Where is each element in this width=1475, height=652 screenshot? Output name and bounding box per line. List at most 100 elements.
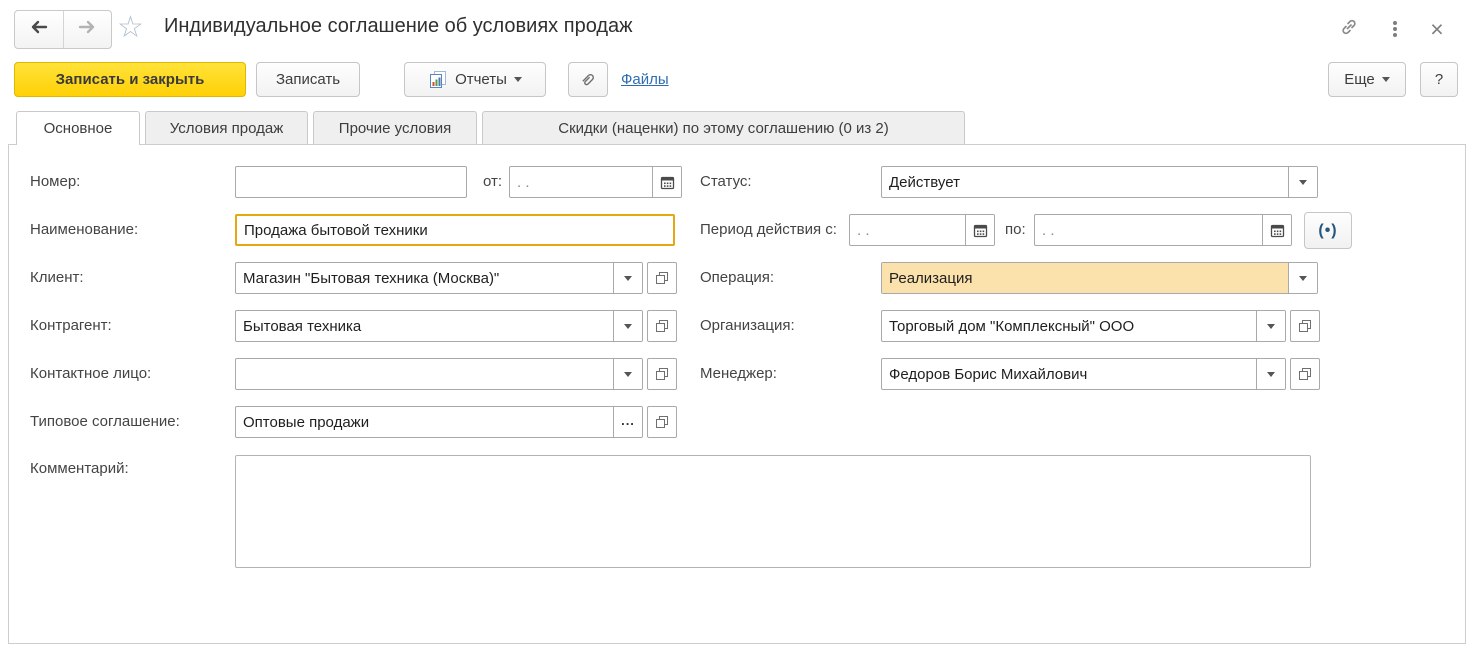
triangle-down-icon	[1299, 276, 1307, 281]
open-form-icon	[1298, 367, 1312, 381]
save-button[interactable]: Записать	[256, 62, 360, 97]
from-date-value[interactable]: . .	[510, 167, 652, 197]
save-and-close-button[interactable]: Записать и закрыть	[14, 62, 246, 97]
counterparty-field[interactable]: Бытовая техника	[235, 310, 643, 342]
triangle-down-icon	[624, 276, 632, 281]
client-label: Клиент:	[30, 269, 84, 286]
window-menu-button[interactable]	[1378, 14, 1412, 44]
from-date-field[interactable]: . .	[509, 166, 682, 198]
number-field[interactable]	[235, 166, 467, 198]
triangle-down-icon	[624, 324, 632, 329]
page-title: Индивидуальное соглашение об условиях пр…	[164, 15, 633, 38]
client-open-button[interactable]	[647, 262, 677, 294]
number-label: Номер:	[30, 173, 80, 190]
chevron-down-icon	[514, 77, 522, 82]
chain-link-icon	[1339, 17, 1359, 42]
open-form-icon	[655, 271, 669, 285]
counterparty-dropdown-button[interactable]	[613, 311, 642, 341]
open-form-icon	[1298, 319, 1312, 333]
client-dropdown-button[interactable]	[613, 263, 642, 293]
help-label: ?	[1435, 71, 1443, 88]
open-form-icon	[655, 415, 669, 429]
triangle-down-icon	[624, 372, 632, 377]
comment-textarea[interactable]	[235, 455, 1311, 568]
triangle-down-icon	[1299, 180, 1307, 185]
calendar-icon	[660, 175, 675, 190]
from-date-calendar-button[interactable]	[652, 167, 681, 197]
period-to-label: по:	[1005, 221, 1026, 238]
save-label: Записать	[276, 71, 340, 88]
counterparty-value[interactable]: Бытовая техника	[236, 311, 613, 341]
tab-sales-conditions[interactable]: Условия продаж	[145, 111, 308, 144]
tab-discounts[interactable]: Скидки (наценки) по этому соглашению (0 …	[482, 111, 965, 144]
arrow-left-icon	[30, 20, 48, 39]
calendar-icon	[973, 223, 988, 238]
close-button[interactable]: ×	[1420, 14, 1454, 44]
triangle-down-icon	[1267, 324, 1275, 329]
standard-agreement-open-button[interactable]	[647, 406, 677, 438]
contact-label: Контактное лицо:	[30, 365, 151, 382]
contact-value[interactable]	[236, 359, 613, 389]
standard-agreement-label: Типовое соглашение:	[30, 413, 180, 430]
counterparty-label: Контрагент:	[30, 317, 112, 334]
manager-dropdown-button[interactable]	[1256, 359, 1285, 389]
contact-dropdown-button[interactable]	[613, 359, 642, 389]
standard-agreement-value[interactable]: Оптовые продажи	[236, 407, 613, 437]
forward-button[interactable]	[63, 11, 112, 48]
period-from-calendar-button[interactable]	[965, 215, 994, 245]
organization-dropdown-button[interactable]	[1256, 311, 1285, 341]
attachments-button[interactable]	[568, 62, 608, 97]
standard-agreement-select-button[interactable]: ...	[613, 407, 642, 437]
organization-field[interactable]: Торговый дом "Комплексный" ООО	[881, 310, 1286, 342]
manager-value[interactable]: Федоров Борис Михайлович	[882, 359, 1256, 389]
status-value[interactable]: Действует	[882, 167, 1288, 197]
status-label: Статус:	[700, 173, 752, 190]
back-button[interactable]	[15, 11, 63, 48]
standard-agreement-field[interactable]: Оптовые продажи ...	[235, 406, 643, 438]
client-value[interactable]: Магазин "Бытовая техника (Москва)"	[236, 263, 613, 293]
manager-open-button[interactable]	[1290, 358, 1320, 390]
period-from-value[interactable]: . .	[850, 215, 965, 245]
paperclip-icon	[579, 71, 597, 89]
operation-dropdown-button[interactable]	[1288, 263, 1317, 293]
operation-value[interactable]: Реализация	[882, 263, 1288, 293]
organization-open-button[interactable]	[1290, 310, 1320, 342]
period-from-field[interactable]: . .	[849, 214, 995, 246]
vertical-dots-icon	[1393, 19, 1397, 39]
client-field[interactable]: Магазин "Бытовая техника (Москва)"	[235, 262, 643, 294]
organization-value[interactable]: Торговый дом "Комплексный" ООО	[882, 311, 1256, 341]
from-label: от:	[483, 173, 502, 190]
status-dropdown-button[interactable]	[1288, 167, 1317, 197]
period-to-calendar-button[interactable]	[1262, 215, 1291, 245]
name-value[interactable]: Продажа бытовой техники	[237, 216, 673, 244]
contact-field[interactable]	[235, 358, 643, 390]
counterparty-open-button[interactable]	[647, 310, 677, 342]
organization-label: Организация:	[700, 317, 795, 334]
help-button[interactable]: ?	[1420, 62, 1458, 97]
calendar-icon	[1270, 223, 1285, 238]
name-field[interactable]: Продажа бытовой техники	[235, 214, 675, 246]
copy-link-button[interactable]	[1332, 14, 1366, 44]
more-label: Еще	[1344, 71, 1375, 88]
number-value[interactable]	[236, 167, 466, 197]
favorite-star-icon[interactable]: ☆	[117, 10, 144, 46]
files-link[interactable]: Файлы	[621, 71, 669, 88]
reports-button[interactable]: Отчеты	[404, 62, 546, 97]
period-from-label: Период действия с:	[700, 221, 837, 238]
status-field[interactable]: Действует	[881, 166, 1318, 198]
arrow-right-icon	[78, 20, 96, 39]
report-pages-icon	[428, 70, 448, 89]
tab-main[interactable]: Основное	[16, 111, 140, 145]
more-button[interactable]: Еще	[1328, 62, 1406, 97]
open-form-icon	[655, 367, 669, 381]
tab-other-conditions[interactable]: Прочие условия	[313, 111, 477, 144]
comment-label: Комментарий:	[30, 460, 129, 477]
history-nav-group	[14, 10, 112, 49]
period-selector-button[interactable]: (•)	[1304, 212, 1352, 249]
operation-field[interactable]: Реализация	[881, 262, 1318, 294]
chevron-down-icon	[1382, 77, 1390, 82]
period-to-field[interactable]: . .	[1034, 214, 1292, 246]
manager-field[interactable]: Федоров Борис Михайлович	[881, 358, 1286, 390]
period-to-value[interactable]: . .	[1035, 215, 1262, 245]
contact-open-button[interactable]	[647, 358, 677, 390]
